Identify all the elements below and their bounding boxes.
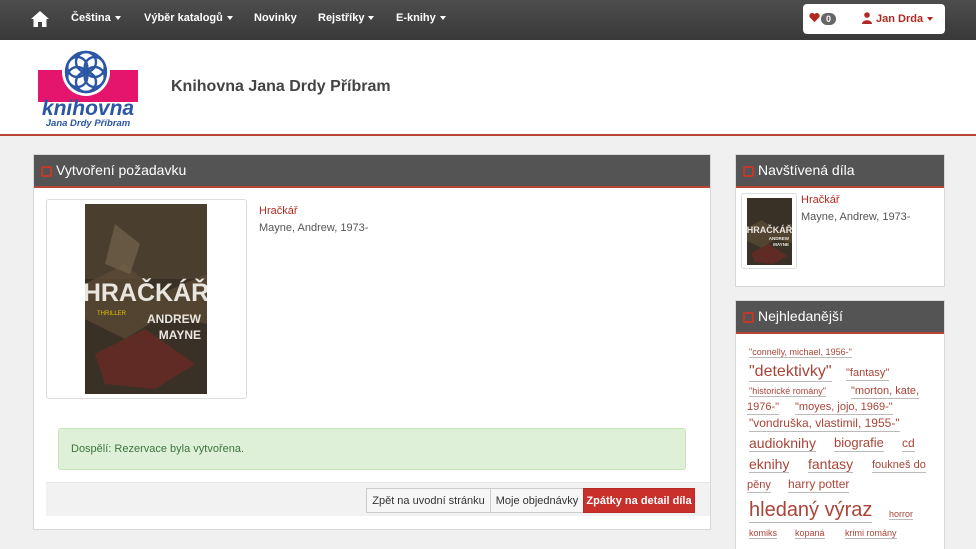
heart-icon[interactable] xyxy=(809,12,820,23)
library-title: Knihovna Jana Drdy Příbram xyxy=(171,78,391,95)
tag-link[interactable]: "historické romány" xyxy=(749,386,826,398)
back-to-detail-button[interactable]: Zpátky na detail díla xyxy=(583,488,695,513)
request-panel: Vytvoření požadavku HRAČKÁŘ THRILLER AND… xyxy=(33,154,711,530)
tag-link[interactable]: "morton, kate, xyxy=(851,385,920,399)
success-alert: Dospělí: Rezervace byla vytvořena. xyxy=(58,428,686,470)
book-cover-image[interactable]: HRAČKÁŘ THRILLER ANDREW MAYNE xyxy=(85,204,207,394)
visited-panel-heading: Navštívená díla xyxy=(736,155,944,188)
caret-down-icon xyxy=(927,17,934,22)
svg-text:THRILLER: THRILLER xyxy=(97,311,127,317)
most-searched-panel-heading: Nejhledanější xyxy=(736,301,944,334)
svg-text:HRAČKÁŘ: HRAČKÁŘ xyxy=(747,224,792,235)
book-cover-frame[interactable]: HRAČKÁŘ THRILLER ANDREW MAYNE xyxy=(46,199,247,399)
book-author: Mayne, Andrew, 1973- xyxy=(259,222,369,234)
library-logo[interactable]: knihovna Jana Drdy Příbram xyxy=(36,48,140,128)
svg-text:MAYNE: MAYNE xyxy=(159,328,201,342)
svg-text:knihovna: knihovna xyxy=(42,97,135,120)
visited-book-thumbnail[interactable]: HRAČKÁŘ ANDREW MAYNE xyxy=(747,198,792,265)
my-orders-button[interactable]: Moje objednávky xyxy=(490,488,584,513)
tag-link[interactable]: eknihy xyxy=(749,456,790,474)
nav-news[interactable]: Novinky xyxy=(254,12,297,24)
most-searched-panel: Nejhledanější "connelly, michael, 1956-"… xyxy=(735,300,945,549)
square-icon xyxy=(743,166,754,177)
nav-language[interactable]: Čeština xyxy=(71,12,121,24)
user-box: 0 Jan Drda xyxy=(803,4,945,34)
tag-link[interactable]: "vondruška, vlastimil, 1955-" xyxy=(749,416,900,432)
request-panel-heading: Vytvoření požadavku xyxy=(34,155,710,188)
caret-down-icon xyxy=(439,16,446,21)
nav-ebooks[interactable]: E-knihy xyxy=(396,12,446,24)
square-icon xyxy=(41,166,52,177)
square-icon xyxy=(743,312,754,323)
tag-link[interactable]: "fantasy" xyxy=(846,367,890,381)
tag-link[interactable]: 1976-" xyxy=(747,401,780,415)
svg-text:MAYNE: MAYNE xyxy=(773,242,789,247)
tag-link[interactable]: cd xyxy=(902,436,915,452)
tag-link[interactable]: "moyes, jojo, 1969-" xyxy=(795,401,893,415)
svg-text:HRAČKÁŘ: HRAČKÁŘ xyxy=(85,277,207,307)
tag-link[interactable]: kopaná xyxy=(795,528,825,540)
tag-link[interactable]: foukneš do xyxy=(872,459,926,473)
visited-author: Mayne, Andrew, 1973- xyxy=(801,211,911,223)
back-to-home-button[interactable]: Zpět na uvodní stránku xyxy=(366,488,491,513)
svg-text:Jana Drdy Příbram: Jana Drdy Příbram xyxy=(46,118,131,128)
visited-thumb-frame[interactable]: HRAČKÁŘ ANDREW MAYNE xyxy=(741,193,797,269)
nav-catalogs[interactable]: Výběr katalogů xyxy=(144,12,233,24)
svg-text:ANDREW: ANDREW xyxy=(147,312,202,326)
tag-link[interactable]: hledaný výraz xyxy=(749,499,873,523)
tag-link[interactable]: krimi romány xyxy=(845,528,897,540)
top-navbar: Čeština Výběr katalogů Novinky Rejstříky… xyxy=(0,0,976,40)
tag-link[interactable]: harry potter xyxy=(788,477,850,493)
book-title-link[interactable]: Hračkář xyxy=(259,205,298,217)
visited-works-panel: Navštívená díla HRAČKÁŘ ANDREW MAYNE Hra… xyxy=(735,154,945,287)
tag-link[interactable]: pěny xyxy=(747,479,771,493)
favorites-count-badge[interactable]: 0 xyxy=(821,13,837,25)
nav-indexes[interactable]: Rejstříky xyxy=(318,12,375,24)
tag-link[interactable]: horror xyxy=(889,509,914,521)
caret-down-icon xyxy=(114,16,121,21)
tag-link[interactable]: audioknihy xyxy=(749,435,816,453)
tag-link[interactable]: "detektivky" xyxy=(749,363,832,383)
tag-link[interactable]: biografie xyxy=(834,435,884,452)
tag-link[interactable]: "connelly, michael, 1956-" xyxy=(749,347,852,359)
caret-down-icon xyxy=(368,16,375,21)
user-menu[interactable]: Jan Drda xyxy=(876,13,934,25)
visited-title-link[interactable]: Hračkář xyxy=(801,194,840,206)
site-header: knihovna Jana Drdy Příbram Knihovna Jana… xyxy=(0,40,976,136)
action-button-bar: Zpět na uvodní stránku Moje objednávky Z… xyxy=(46,482,710,516)
home-icon[interactable] xyxy=(30,10,50,28)
caret-down-icon xyxy=(226,16,233,21)
tag-link[interactable]: fantasy xyxy=(808,456,854,474)
user-icon xyxy=(862,12,872,24)
svg-text:ANDREW: ANDREW xyxy=(769,236,790,241)
tag-link[interactable]: komiks xyxy=(749,528,778,540)
